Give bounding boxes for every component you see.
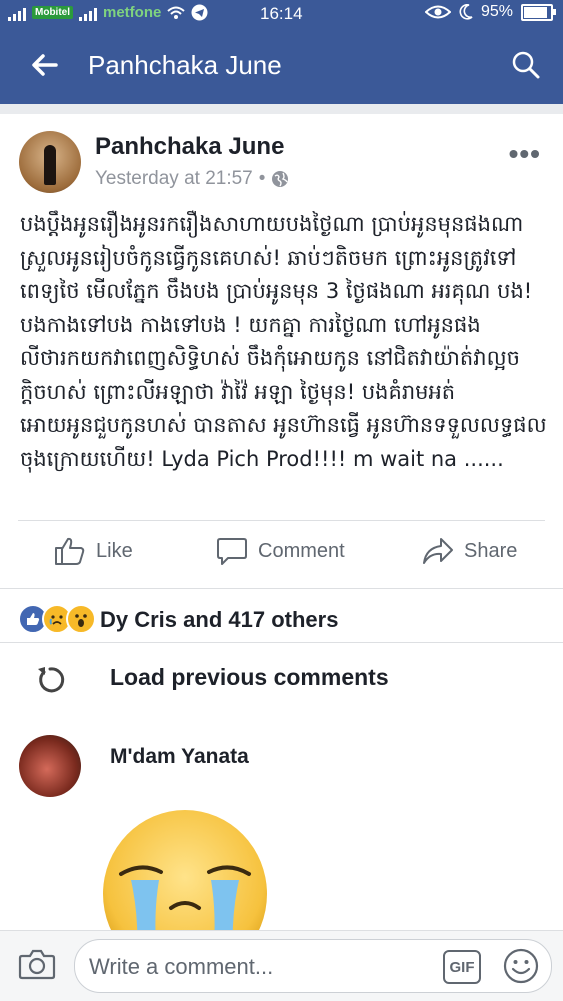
post-meta: Yesterday at 21:57 • <box>95 168 289 190</box>
commenter-name[interactable]: M'dam Yanata <box>110 745 249 769</box>
comment-label: Comment <box>258 539 345 562</box>
share-button[interactable]: Share <box>422 536 517 566</box>
reaction-summary[interactable]: Dy Cris and 417 others <box>100 607 338 633</box>
battery-icon <box>521 3 556 21</box>
reaction-icons[interactable] <box>18 604 96 634</box>
wow-reaction-icon <box>66 604 96 634</box>
divider <box>0 588 563 589</box>
meta-separator: • <box>258 168 266 189</box>
like-button[interactable]: Like <box>54 536 133 566</box>
comment-icon <box>217 538 247 565</box>
comment-placeholder: Write a comment... <box>89 954 274 979</box>
carrier-label-2: metfone <box>103 4 162 21</box>
status-bar: Mobitel metfone 16:14 95% <box>0 0 563 28</box>
eye-icon <box>424 5 451 19</box>
share-label: Share <box>464 539 518 562</box>
more-options-icon[interactable]: ••• <box>509 138 541 170</box>
like-label: Like <box>96 539 133 562</box>
comment-composer: Write a comment... GIF <box>0 930 563 1001</box>
page-title: Panhchaka June <box>88 50 282 80</box>
clock: 16:14 <box>260 4 303 23</box>
signal-icon-2 <box>79 5 97 21</box>
carrier-label: Mobitel <box>32 6 73 19</box>
search-icon[interactable] <box>511 50 541 80</box>
divider <box>18 520 545 521</box>
comment-input[interactable]: Write a comment... GIF <box>74 939 552 993</box>
like-icon <box>55 537 85 565</box>
post-author-name[interactable]: Panhchaka June <box>95 133 284 161</box>
refresh-icon[interactable] <box>34 664 66 696</box>
author-avatar[interactable] <box>19 131 81 193</box>
commenter-avatar[interactable] <box>19 735 81 797</box>
comment-button[interactable]: Comment <box>216 536 345 566</box>
post-text: បងប្ដឹងអូនរឿងអូនរករឿងសាហាយបងថ្ងៃណា ប្រាប… <box>20 212 547 471</box>
post-timestamp[interactable]: Yesterday at 21:57 <box>95 168 253 190</box>
app-header: Panhchaka June <box>0 28 563 104</box>
battery-percent: 95% <box>480 3 513 20</box>
post-actions: Like Comment Share <box>0 528 563 578</box>
divider <box>0 642 563 643</box>
back-arrow-icon[interactable] <box>28 48 62 82</box>
gif-button[interactable]: GIF <box>443 950 481 984</box>
globe-icon <box>272 171 289 187</box>
share-icon <box>423 538 453 564</box>
divider-strip <box>0 104 563 114</box>
emoji-icon[interactable] <box>503 948 539 984</box>
telegram-icon <box>191 4 208 21</box>
wifi-icon <box>167 6 186 19</box>
moon-icon <box>459 4 473 20</box>
signal-icon <box>8 5 26 21</box>
camera-icon[interactable] <box>18 945 56 983</box>
load-previous-comments[interactable]: Load previous comments <box>110 664 389 691</box>
